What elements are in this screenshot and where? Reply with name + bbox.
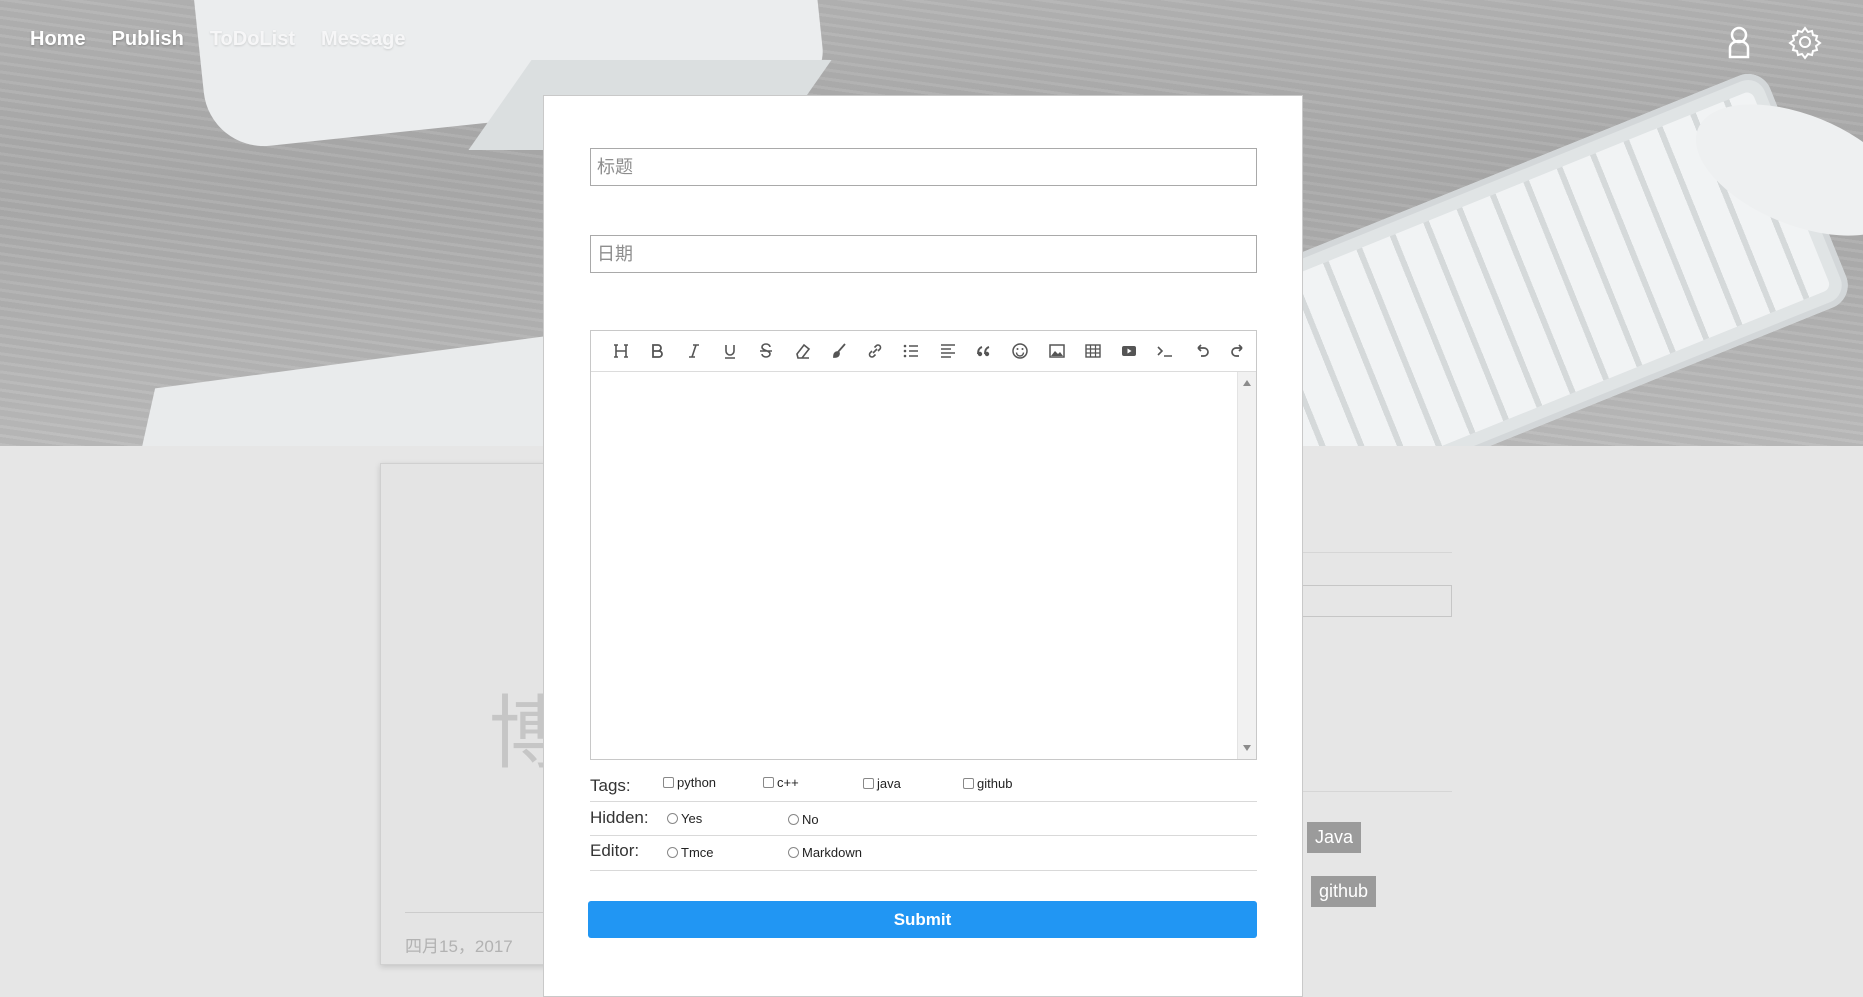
editor-tmce-radio[interactable]: Tmce [667, 845, 714, 860]
editor-type-row: Editor: Tmce Markdown [590, 836, 1257, 871]
tag-option-github[interactable]: github [963, 776, 1012, 791]
nav-publish[interactable]: Publish [112, 28, 184, 51]
radio-label: Tmce [681, 845, 714, 860]
quote-icon[interactable] [966, 331, 1002, 371]
underline-icon[interactable] [712, 331, 748, 371]
main-nav: Home Publish ToDoList Message [30, 28, 405, 51]
hidden-label: Hidden: [590, 808, 649, 827]
submit-button[interactable]: Submit [588, 901, 1257, 938]
radio-label: No [802, 812, 819, 827]
editor-scrollbar[interactable] [1237, 372, 1256, 759]
nav-home[interactable]: Home [30, 28, 86, 51]
user-icon[interactable] [1721, 24, 1757, 60]
checkbox[interactable] [763, 777, 774, 788]
tag-option-python[interactable]: python [663, 775, 716, 790]
tags-label: Tags: [590, 776, 631, 795]
table-icon[interactable] [1075, 331, 1111, 371]
sidebar-divider [1300, 552, 1452, 553]
tag-option-label: c++ [777, 775, 799, 790]
editor-toolbar [591, 331, 1256, 372]
tags-row: Tags: python c++ java github [590, 766, 1257, 802]
italic-icon[interactable] [676, 331, 712, 371]
emoji-icon[interactable] [1002, 331, 1038, 371]
hidden-row: Hidden: Yes No [590, 802, 1257, 836]
radio[interactable] [788, 814, 799, 825]
top-right-icons [1721, 24, 1823, 60]
redo-icon[interactable] [1220, 331, 1256, 371]
list-icon[interactable] [893, 331, 929, 371]
sidebar-search-input[interactable] [1300, 585, 1452, 617]
tag-option-cpp[interactable]: c++ [763, 775, 799, 790]
radio[interactable] [667, 813, 678, 824]
tag-option-label: github [977, 776, 1013, 791]
tag-chip-github[interactable]: github [1311, 876, 1377, 907]
editor-content-area[interactable] [591, 372, 1238, 759]
checkbox[interactable] [663, 777, 674, 788]
brush-icon[interactable] [821, 331, 857, 371]
nav-message[interactable]: Message [321, 28, 406, 51]
gear-icon[interactable] [1787, 24, 1823, 60]
checkbox[interactable] [863, 778, 874, 789]
align-icon[interactable] [930, 331, 966, 371]
radio[interactable] [788, 847, 799, 858]
rich-text-editor [590, 330, 1257, 760]
scroll-down-icon[interactable] [1243, 745, 1251, 751]
link-icon[interactable] [857, 331, 893, 371]
checkbox[interactable] [963, 778, 974, 789]
radio-label: Yes [681, 811, 703, 826]
editor-label: Editor: [590, 841, 640, 860]
video-icon[interactable] [1111, 331, 1147, 371]
title-input[interactable] [590, 148, 1257, 186]
image-icon[interactable] [1038, 331, 1074, 371]
date-input[interactable] [590, 235, 1257, 273]
nav-todolist[interactable]: ToDoList [210, 28, 295, 51]
tag-option-label: python [677, 775, 717, 790]
tag-option-label: java [877, 776, 901, 791]
scroll-up-icon[interactable] [1243, 380, 1251, 386]
publish-modal: Tags: python c++ java github Hidden: Yes… [543, 95, 1303, 997]
undo-icon[interactable] [1184, 331, 1220, 371]
sidebar-divider [1300, 791, 1452, 792]
editor-markdown-radio[interactable]: Markdown [788, 845, 862, 860]
radio[interactable] [667, 847, 678, 858]
post-date: 四月15，2017 [405, 937, 513, 956]
code-icon[interactable] [1147, 331, 1183, 371]
hidden-yes-radio[interactable]: Yes [667, 811, 702, 826]
heading-icon[interactable] [603, 331, 639, 371]
tag-option-java[interactable]: java [863, 776, 901, 791]
hidden-no-radio[interactable]: No [788, 812, 819, 827]
tag-chip-java[interactable]: Java [1307, 822, 1362, 853]
strikethrough-icon[interactable] [748, 331, 784, 371]
radio-label: Markdown [802, 845, 862, 860]
bold-icon[interactable] [639, 331, 675, 371]
eraser-icon[interactable] [784, 331, 820, 371]
